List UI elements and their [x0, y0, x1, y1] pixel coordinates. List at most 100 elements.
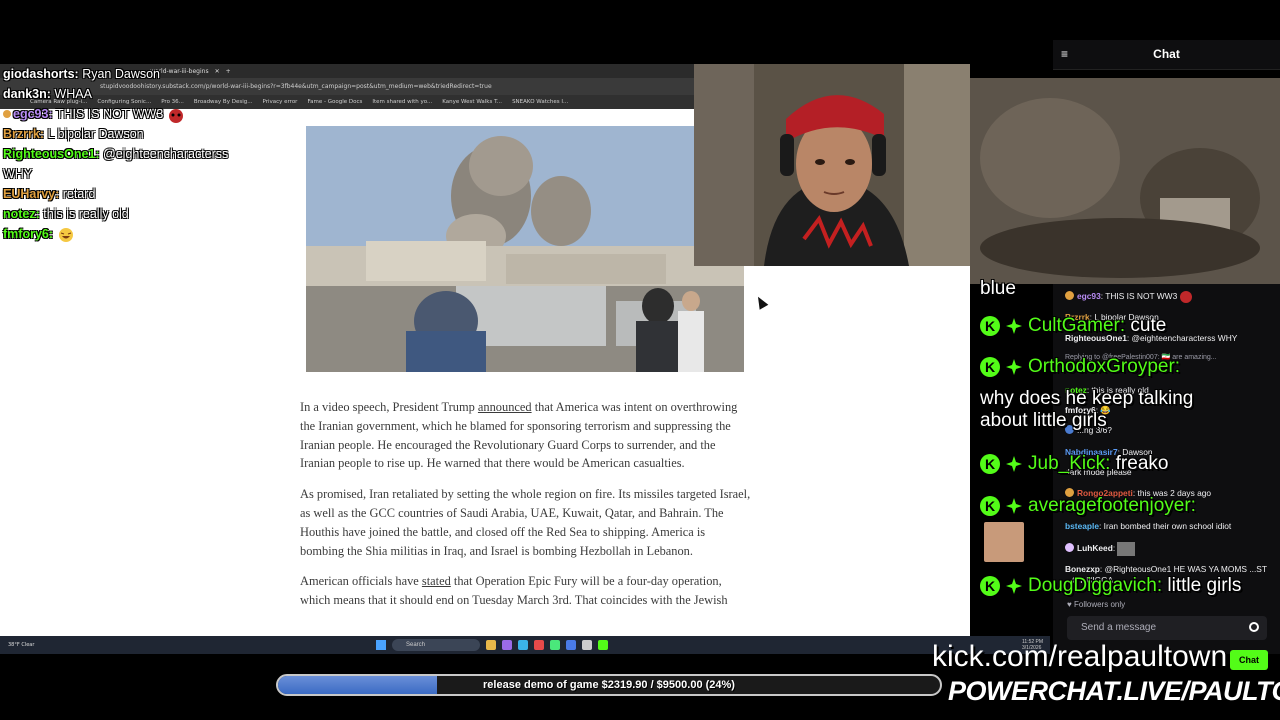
- emote-picker-icon[interactable]: [1249, 622, 1259, 632]
- overlay-chat-line: notez: this is really old: [3, 204, 303, 224]
- chrome-icon[interactable]: [534, 640, 544, 650]
- stated-link[interactable]: stated: [422, 574, 451, 588]
- kick-channel-url: kick.com/realpaultown: [932, 640, 1228, 673]
- overlay-chat-text: Ryan Dawson: [82, 67, 161, 81]
- paragraph-text: American officials have: [300, 574, 422, 589]
- edge-icon[interactable]: [518, 640, 528, 650]
- big-chat-user: OrthodoxGroyper:: [1028, 356, 1181, 377]
- taskbar-search[interactable]: Search: [392, 639, 480, 651]
- send-message-input[interactable]: Send a message: [1067, 616, 1267, 640]
- overlay-chat-line: EUHarvy: retard: [3, 184, 303, 204]
- clover-badge-icon: [1006, 317, 1022, 334]
- overlay-chat-text: this is really old: [43, 207, 129, 221]
- clover-badge-icon: [1006, 358, 1022, 375]
- overlay-chat-user: RighteousOne1:: [3, 147, 100, 161]
- chat-text: Iran bombed their own school idiot: [1103, 521, 1232, 531]
- chat-username[interactable]: egc93: [1077, 291, 1101, 301]
- weather-widget[interactable]: 38°F Clear: [8, 642, 48, 648]
- big-chat-line: K Jub_Kick: freako: [980, 453, 1168, 475]
- overlay-chat-text: WHY: [3, 167, 33, 181]
- overlay-chat-user: EUHarvy:: [3, 187, 60, 201]
- chat-text: THIS IS NOT WW3: [1105, 291, 1178, 302]
- stream-frame: world-war-iii-begins ✕ + stupidvoodoohis…: [0, 0, 1280, 720]
- chat-button[interactable]: Chat: [1230, 650, 1268, 670]
- chat-message: egc93: THIS IS NOT WW3: [1065, 291, 1277, 303]
- big-chat-text: why does he keep talking about little gi…: [980, 388, 1194, 431]
- app-icon[interactable]: [502, 640, 512, 650]
- overlay-chat-user: Brzrrk:: [3, 127, 44, 141]
- overlay-chat-line: RighteousOne1: @eighteencharacterss: [3, 144, 303, 164]
- overlay-chat-line: fmfory6:: [3, 224, 303, 244]
- overlay-chat-user: notez:: [3, 207, 40, 221]
- overlay-chat-line: WHY: [3, 164, 303, 184]
- clover-badge-icon: [1006, 577, 1022, 594]
- overlay-chat-user: egc93:: [13, 107, 53, 121]
- kick-badge-icon: K: [980, 356, 1000, 377]
- big-chat-text: cute: [1130, 315, 1167, 336]
- windows-taskbar: 38°F Clear Search 11:52 PM 3/1/2026: [0, 636, 1050, 654]
- big-chat-line: K OrthodoxGroyper:: [980, 356, 1180, 378]
- article-paragraph: American officials have stated that Oper…: [300, 572, 752, 610]
- overlay-chat-line: Brzrrk: L bipolar Dawson: [3, 124, 303, 144]
- kick-badge-icon: K: [980, 453, 1000, 474]
- overlay-chat-text: L bipolar Dawson: [47, 127, 144, 141]
- kick-badge-icon: K: [980, 315, 1000, 336]
- secondary-camera: [970, 78, 1280, 284]
- paragraph-text: As promised, Iran retaliated by setting …: [300, 487, 751, 558]
- windows-start-icon[interactable]: [376, 640, 386, 650]
- chat-title: Chat: [1153, 47, 1180, 61]
- article-paragraph: In a video speech, President Trump annou…: [300, 398, 752, 473]
- overlay-chat-text: THIS IS NOT WW3: [55, 107, 164, 121]
- chat-message: LuhKeed:: [1065, 542, 1277, 556]
- overlay-chat-text: retard: [62, 187, 96, 201]
- overlay-chat-user: giodashorts:: [3, 67, 79, 81]
- clover-badge-icon: [1006, 455, 1022, 472]
- kick-badge-icon: K: [980, 575, 1000, 596]
- taskbar-apps: [486, 640, 608, 650]
- app-icon[interactable]: [582, 640, 592, 650]
- overlay-chat-text: WHAA: [54, 87, 92, 101]
- devil-emote-icon: [168, 108, 183, 123]
- overlay-chat-line: giodashorts: Ryan Dawson: [3, 64, 303, 84]
- big-chat-user: CultGamer:: [1028, 315, 1126, 336]
- big-chat-line: Kaveragefootenjoyer:: [980, 495, 1196, 517]
- big-chat-text: little girls: [1167, 575, 1242, 596]
- overlay-chat-text: @eighteencharacterss: [103, 147, 229, 161]
- kick-badge-icon: K: [980, 495, 1000, 516]
- mouse-cursor-icon: [753, 294, 769, 310]
- big-chat-line: K DougDiggavich: little girls: [980, 575, 1241, 597]
- big-chat-user: DougDiggavich:: [1028, 575, 1163, 596]
- chat-username[interactable]: Bonezxp: [1065, 564, 1100, 574]
- bookmark-item[interactable]: Kanye West Walks T...: [442, 99, 502, 105]
- send-placeholder: Send a message: [1081, 622, 1157, 633]
- bookmark-item[interactable]: Fame - Google Docs: [307, 99, 362, 105]
- chat-header: ≡ Chat: [1053, 40, 1280, 70]
- followers-only-label: Followers only: [1073, 600, 1126, 609]
- chat-message: bsteaple: Iran bombed their own school i…: [1065, 521, 1232, 531]
- app-icon[interactable]: [566, 640, 576, 650]
- article-body: In a video speech, President Trump annou…: [300, 398, 752, 622]
- bookmark-item[interactable]: Item shared with yo...: [372, 99, 432, 105]
- paragraph-text: In a video speech, President Trump: [300, 400, 478, 414]
- big-chat-text: freako: [1115, 453, 1169, 474]
- file-explorer-icon[interactable]: [486, 640, 496, 650]
- user-badge-icon: [3, 110, 11, 118]
- overlay-chat-line: egc93: THIS IS NOT WW3: [3, 104, 303, 124]
- big-chat-user: averagefootenjoyer:: [1028, 495, 1196, 516]
- app-icon[interactable]: [598, 640, 608, 650]
- donation-goal-bar: release demo of game $2319.90 / $9500.00…: [276, 674, 942, 696]
- bookmark-item[interactable]: SNEAKO Watches I...: [512, 99, 568, 105]
- overlay-chat: giodashorts: Ryan Dawson dank3n: WHAA eg…: [3, 64, 303, 244]
- big-chat-user: Jub_Kick:: [1028, 453, 1111, 474]
- article-paragraph: As promised, Iran retaliated by setting …: [300, 485, 752, 560]
- app-icon[interactable]: [550, 640, 560, 650]
- user-badge-icon: [1065, 291, 1074, 301]
- powerchat-url: POWERCHAT.LIVE/PAULTOWN: [948, 676, 1280, 706]
- announced-link[interactable]: announced: [478, 400, 532, 414]
- user-badge-icon: [1065, 543, 1074, 553]
- chat-username[interactable]: bsteaple: [1065, 521, 1099, 531]
- article-photo: [306, 126, 744, 372]
- chat-username[interactable]: LuhKeed: [1077, 543, 1113, 553]
- overlay-chat-line: dank3n: WHAA: [3, 84, 303, 104]
- big-chat-line: K CultGamer: cute: [980, 315, 1166, 337]
